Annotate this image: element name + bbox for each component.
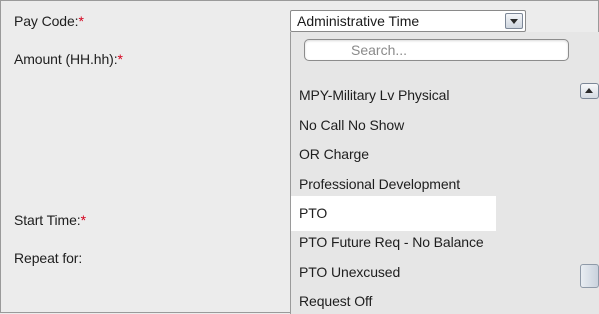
amount-label-text: Amount (HH.hh): (14, 51, 118, 67)
amount-label: Amount (HH.hh):* (14, 51, 123, 67)
scroll-up-button[interactable] (580, 83, 599, 99)
dropdown-option[interactable]: PTO Future Req - No Balance (299, 234, 484, 250)
dropdown-option[interactable]: MPY-Military Lv Physical (299, 87, 449, 103)
pay-code-select[interactable]: Administrative Time (290, 10, 526, 32)
start-time-label-text: Start Time: (14, 212, 81, 228)
search-placeholder: Search... (351, 42, 408, 58)
dropdown-search-input[interactable]: Search... (304, 39, 569, 61)
start-time-label: Start Time:* (14, 212, 86, 228)
required-marker: * (80, 212, 86, 228)
dropdown-option[interactable]: PTO Unexcused (299, 264, 400, 280)
dropdown-option[interactable]: OR Charge (299, 146, 369, 162)
repeat-for-label: Repeat for: (14, 250, 82, 266)
repeat-for-label-text: Repeat for: (14, 250, 83, 266)
pay-code-label: Pay Code:* (14, 13, 84, 29)
dropdown-option-highlighted[interactable]: PTO (299, 205, 327, 221)
scrollbar-thumb[interactable] (580, 264, 599, 288)
chevron-down-icon (510, 19, 518, 24)
required-marker: * (117, 51, 123, 67)
required-marker: * (78, 13, 84, 29)
dropdown-option[interactable]: Professional Development (299, 176, 460, 192)
pay-code-dropdown-list: Search... MPY-Military Lv Physical No Ca… (290, 32, 599, 314)
dropdown-option[interactable]: Request Off (299, 293, 372, 309)
dropdown-toggle-button[interactable] (505, 13, 523, 29)
form-panel: Pay Code:* Amount (HH.hh):* Start Time:*… (0, 0, 599, 314)
dropdown-option[interactable]: No Call No Show (299, 117, 404, 133)
chevron-up-icon (585, 88, 593, 93)
pay-code-label-text: Pay Code: (14, 13, 79, 29)
pay-code-select-value: Administrative Time (297, 13, 420, 29)
